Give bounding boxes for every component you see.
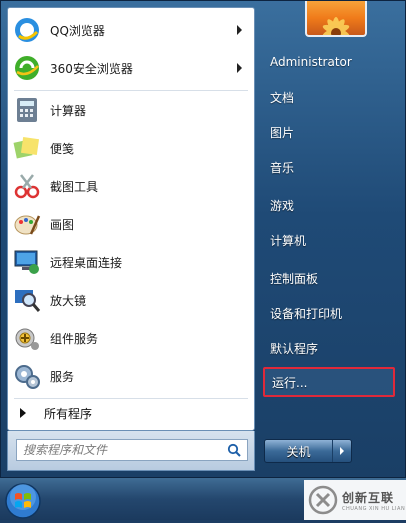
start-orb-button[interactable] (4, 482, 42, 520)
chevron-right-icon (340, 447, 344, 455)
menu-item-calculator[interactable]: 计算器 (8, 92, 254, 128)
search-area (7, 431, 255, 471)
computer-link[interactable]: 计算机 (263, 225, 395, 255)
pictures-link[interactable]: 图片 (263, 117, 395, 147)
devices-printers-link[interactable]: 设备和打印机 (263, 298, 395, 328)
search-icon[interactable] (227, 443, 241, 460)
search-input[interactable] (17, 440, 213, 460)
menu-item-snipping-tool[interactable]: 截图工具 (8, 168, 254, 204)
expand-arrow-icon (20, 408, 26, 418)
menu-item-remote-desktop[interactable]: 远程桌面连接 (8, 244, 254, 280)
component-services-icon (12, 323, 42, 353)
menu-item-services[interactable]: 服务 (8, 358, 254, 394)
divider (14, 398, 248, 399)
menu-item-magnifier[interactable]: 放大镜 (8, 282, 254, 318)
magnifier-icon (12, 285, 42, 315)
brand-logo-icon (308, 485, 338, 515)
menu-item-paint[interactable]: 画图 (8, 206, 254, 242)
default-programs-link[interactable]: 默认程序 (263, 333, 395, 363)
search-box (16, 439, 248, 461)
menu-item-component-services[interactable]: 组件服务 (8, 320, 254, 356)
sticky-notes-icon (12, 133, 42, 163)
360-browser-icon (12, 53, 42, 83)
services-icon (12, 361, 42, 391)
menu-item-qq-browser[interactable]: QQ浏览器 (8, 12, 254, 48)
music-link[interactable]: 音乐 (263, 152, 395, 182)
shutdown-options-button[interactable] (332, 440, 351, 462)
shutdown-button-group: 关机 (264, 439, 352, 463)
submenu-arrow-icon (237, 25, 242, 35)
menu-item-sticky-notes[interactable]: 便笺 (8, 130, 254, 166)
snipping-tool-icon (12, 171, 42, 201)
menu-item-360-browser[interactable]: 360安全浏览器 (8, 50, 254, 86)
paint-icon (12, 209, 42, 239)
user-avatar[interactable] (305, 1, 367, 37)
watermark-logo: 创新互联 CHUANG XIN HU LIAN (304, 480, 406, 520)
divider (14, 90, 248, 91)
submenu-arrow-icon (237, 63, 242, 73)
run-link[interactable]: 运行... (263, 367, 395, 397)
shutdown-button[interactable]: 关机 (265, 440, 332, 462)
control-panel-link[interactable]: 控制面板 (263, 263, 395, 293)
user-name-link[interactable]: Administrator (263, 47, 395, 77)
qq-browser-icon (12, 15, 42, 45)
documents-link[interactable]: 文档 (263, 82, 395, 112)
calculator-icon (12, 95, 42, 125)
remote-desktop-icon (12, 247, 42, 277)
all-programs-button[interactable]: 所有程序 (8, 400, 254, 426)
programs-pane: QQ浏览器 360安全浏览器 计算器 便笺 截图工具 画图 远程桌面连接 放大镜… (7, 7, 255, 431)
start-menu: QQ浏览器 360安全浏览器 计算器 便笺 截图工具 画图 远程桌面连接 放大镜… (0, 0, 406, 478)
games-link[interactable]: 游戏 (263, 190, 395, 220)
